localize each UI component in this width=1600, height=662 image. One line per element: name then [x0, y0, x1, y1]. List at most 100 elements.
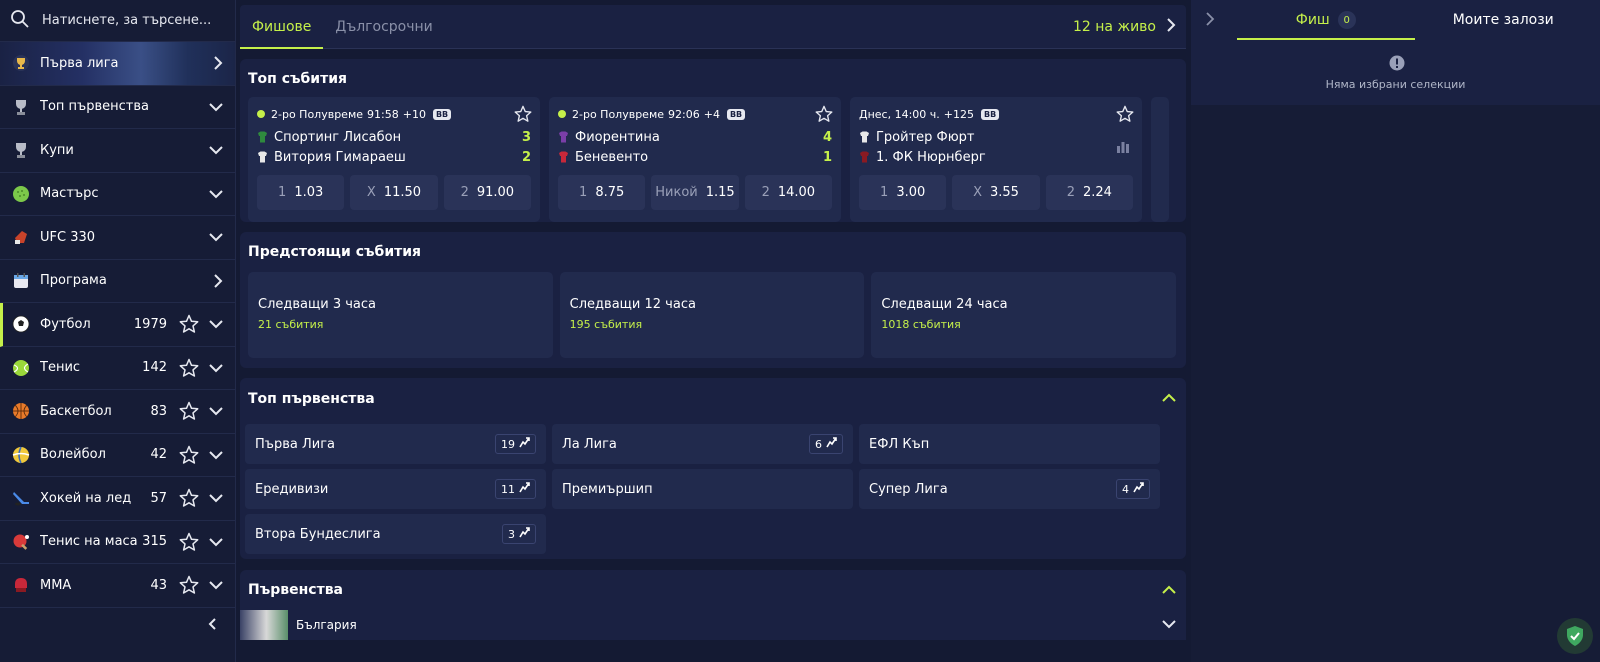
tab-long-term[interactable]: Дългосрочни: [323, 5, 444, 48]
upcoming-card[interactable]: Следващи 3 часа 21 събития: [248, 272, 553, 358]
sidebar-item-count: 83: [150, 403, 167, 419]
event-card[interactable]: Днес, 14:00 ч. +125 BB Гройтер Фюрт 1. ФК Ню…: [850, 97, 1142, 222]
sidebar-item[interactable]: Мастърс: [0, 173, 235, 216]
collapse-sidebar-icon[interactable]: [205, 616, 221, 636]
odds-button[interactable]: X 11.50: [350, 175, 438, 210]
top-leagues-title[interactable]: Топ първенства: [240, 378, 1186, 420]
odds-row: 1 8.75 Никой 1.15 2 14.00: [558, 175, 832, 210]
star-icon[interactable]: [179, 488, 199, 508]
chevron-down-icon[interactable]: [209, 145, 223, 155]
chevron-down-icon[interactable]: [209, 450, 223, 460]
odds-button[interactable]: 2 14.00: [744, 175, 832, 210]
league-item[interactable]: Ередивизи 11: [245, 469, 546, 509]
odds-button[interactable]: 1 1.03: [257, 175, 345, 210]
league-name: Ла Лига: [562, 436, 617, 452]
chevron-right-icon[interactable]: [1205, 12, 1215, 30]
live-indicator-icon: [558, 110, 566, 118]
upcoming-card-count: 1018 събития: [881, 318, 961, 331]
league-item[interactable]: ЕФЛ Къп: [859, 424, 1160, 464]
chevron-up-icon[interactable]: [1162, 391, 1176, 407]
upcoming-card[interactable]: Следващи 12 часа 195 събития: [559, 272, 865, 358]
odds-button[interactable]: 1 8.75: [558, 175, 646, 210]
league-name: Ередивизи: [255, 481, 329, 497]
league-item[interactable]: Втора Бундеслига 3: [245, 514, 546, 554]
sidebar-item[interactable]: Хокей на лед 57: [0, 477, 235, 521]
betslip-header: Фиш 0 Моите залози Няма избрани селекции: [1191, 0, 1600, 105]
chevron-down-icon[interactable]: [209, 363, 223, 373]
sidebar-item[interactable]: Топ първенства: [0, 86, 235, 129]
odds-value: 1.03: [294, 185, 324, 200]
chevron-down-icon[interactable]: [209, 406, 223, 416]
event-card-partial[interactable]: [1151, 97, 1169, 222]
championships-title[interactable]: Първенства: [240, 570, 1186, 610]
away-score: 2: [521, 149, 531, 165]
star-icon[interactable]: [179, 532, 199, 552]
league-item[interactable]: Премиършип: [552, 469, 853, 509]
odds-button[interactable]: Никой 1.15: [651, 175, 739, 210]
star-icon[interactable]: [1116, 105, 1134, 127]
tab-my-bets[interactable]: Моите залози: [1415, 0, 1593, 40]
chevron-down-icon[interactable]: [209, 189, 223, 199]
star-icon[interactable]: [179, 445, 199, 465]
odds-button[interactable]: 2 2.24: [1045, 175, 1133, 210]
live-count-badge: 3: [502, 524, 536, 544]
odds-row: 1 3.00 X 3.55 2 2.24: [859, 175, 1133, 210]
event-card[interactable]: 2-ро Полувреме 92:06 +4 BB Фиорентина 4 Беневе…: [549, 97, 841, 222]
odds-button[interactable]: 1 3.00: [859, 175, 947, 210]
betslip-count-badge: 0: [1337, 11, 1356, 29]
tab-betslip[interactable]: Фиш 0: [1237, 0, 1415, 40]
chevron-right-icon[interactable]: [213, 274, 223, 288]
sidebar-item[interactable]: Волейбол 42: [0, 434, 235, 477]
chevron-down-icon[interactable]: [209, 232, 223, 242]
chevron-down-icon[interactable]: [1162, 618, 1176, 633]
chevron-down-icon[interactable]: [209, 102, 223, 112]
odds-label: Никой: [655, 185, 698, 200]
live-events-link[interactable]: 12 на живо: [1073, 5, 1176, 49]
star-icon[interactable]: [179, 314, 199, 334]
star-icon[interactable]: [179, 358, 199, 378]
upcoming-card-count: 195 събития: [569, 318, 643, 331]
upcoming-card-count: 21 събития: [258, 318, 324, 331]
event-card[interactable]: 2-ро Полувреме 91:58 +10 BB Спортинг Лисабон…: [248, 97, 540, 222]
sidebar-item[interactable]: Тенис на маса 315: [0, 521, 235, 564]
top-events-title: Топ събития: [248, 71, 348, 87]
chevron-up-icon[interactable]: [1162, 583, 1176, 599]
star-icon[interactable]: [179, 401, 199, 421]
sidebar-item[interactable]: Първа лига: [0, 42, 235, 86]
mma-glove-icon: [11, 575, 31, 595]
chevron-down-icon[interactable]: [209, 493, 223, 503]
stats-chart-icon[interactable]: [1116, 139, 1130, 157]
chevron-right-icon[interactable]: [213, 56, 223, 70]
odds-button[interactable]: X 3.55: [952, 175, 1040, 210]
league-live-count: 11: [501, 482, 515, 496]
chevron-down-icon[interactable]: [209, 580, 223, 590]
sidebar-item[interactable]: ММА 43: [0, 564, 235, 608]
search-icon[interactable]: [10, 9, 30, 33]
league-item[interactable]: Супер Лига 4: [859, 469, 1160, 509]
sidebar-item[interactable]: Купи: [0, 129, 235, 173]
league-name: Първа Лига: [255, 436, 335, 452]
tab-slips[interactable]: Фишове: [240, 5, 324, 49]
chevron-down-icon[interactable]: [209, 319, 223, 329]
security-shield-icon[interactable]: [1557, 618, 1593, 654]
upcoming-card[interactable]: Следващи 24 часа 1018 събития: [871, 272, 1177, 358]
chevron-down-icon[interactable]: [209, 537, 223, 547]
sidebar-item[interactable]: Програма: [0, 260, 235, 303]
odds-button[interactable]: 2 91.00: [443, 175, 531, 210]
search-bar[interactable]: [0, 0, 235, 42]
star-icon[interactable]: [514, 105, 532, 127]
country-row-bulgaria[interactable]: България: [240, 610, 1186, 640]
league-item[interactable]: Първа Лига 19: [245, 424, 546, 464]
sidebar-item[interactable]: Баскетбол 83: [0, 390, 235, 434]
star-icon[interactable]: [179, 575, 199, 595]
trend-icon: [826, 437, 837, 451]
tab-my-bets-label: Моите залози: [1452, 12, 1554, 28]
sidebar-item[interactable]: UFC 330: [0, 216, 235, 260]
star-icon[interactable]: [815, 105, 833, 127]
sidebar-item[interactable]: Футбол 1979: [0, 303, 235, 347]
search-input[interactable]: [42, 13, 222, 28]
league-name: ЕФЛ Къп: [869, 436, 930, 452]
league-item[interactable]: Ла Лига 6: [552, 424, 853, 464]
sidebar-item[interactable]: Тенис 142: [0, 347, 235, 390]
top-leagues-panel: Топ първенства Първа Лига 19 Ла Лига 6 ЕФЛ К…: [240, 378, 1186, 559]
